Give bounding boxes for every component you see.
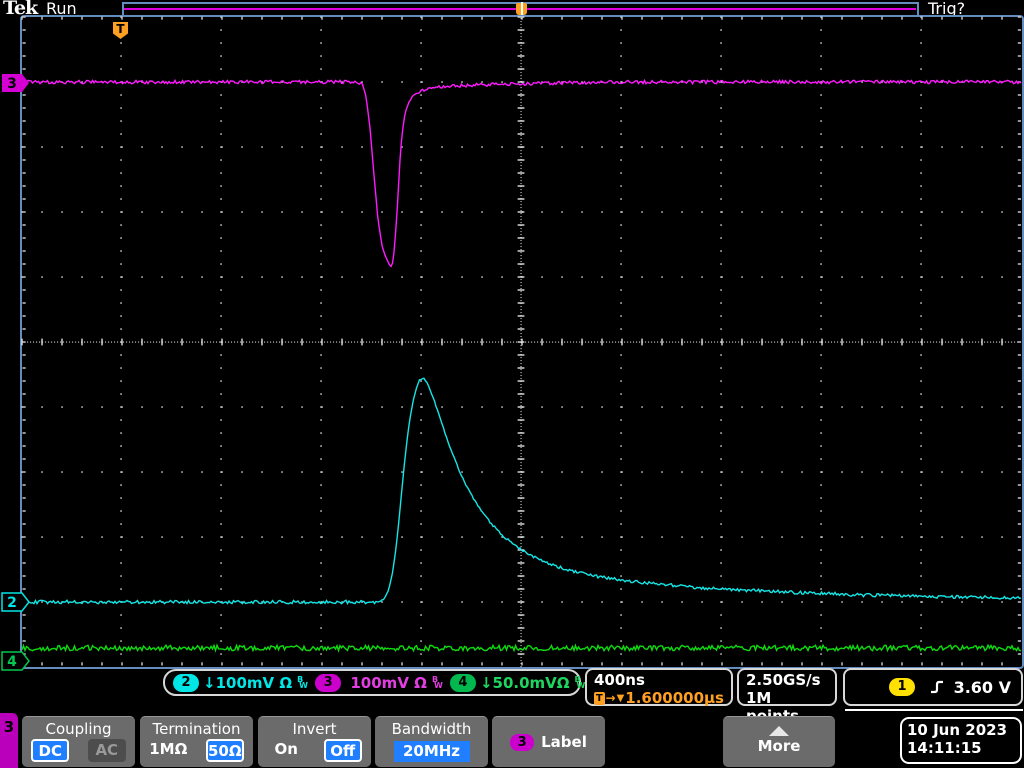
svg-text:3: 3 (7, 76, 17, 92)
sample-rate: 2.50GS/s (746, 671, 828, 689)
trigger-source-badge: 1 (889, 678, 915, 696)
menu-title: Invert (258, 717, 371, 738)
termination-symbol: Ω (279, 674, 292, 692)
bandwidth-limit-icon: BW (297, 677, 307, 689)
time-text: 14:11:15 (907, 739, 1020, 757)
channel-2-scale: ↓100mV Ω (203, 674, 292, 692)
channel-4-badge[interactable]: 4 (450, 674, 476, 692)
delay-arrow-icon: → (606, 691, 616, 705)
acquisition-readout: 2.50GS/s 1M points (737, 668, 837, 706)
label-channel-badge: 3 (510, 734, 534, 751)
oscilloscope-screen: Tek Run Trig? T 3 2 4 2 ↓100mV Ω BW 3 10… (0, 0, 1024, 768)
menu-more-button[interactable]: More (723, 716, 835, 767)
menu-invert-button[interactable]: Invert On Off (258, 716, 371, 767)
channel-4-scale: ↓50.0mVΩ (480, 674, 570, 692)
trigger-readout: 1 3.60 V (843, 668, 1023, 706)
channel-3-badge[interactable]: 3 (315, 674, 341, 692)
termination-symbol: Ω (557, 674, 570, 692)
channel-3-marker[interactable]: 3 (1, 73, 31, 93)
timebase-value: 400ns (594, 671, 724, 689)
termination-symbol: Ω (414, 674, 427, 692)
date-text: 10 Jun 2023 (907, 721, 1020, 739)
option-on[interactable]: On (267, 739, 305, 762)
menu-termination-button[interactable]: Termination 1MΩ 50Ω (140, 716, 253, 767)
bandwidth-value: 20MHz (394, 741, 470, 762)
svg-text:4: 4 (7, 654, 17, 670)
graticule (20, 15, 1024, 669)
channel-readouts: 2 ↓100mV Ω BW 3 100mV Ω BW 4 ↓50.0mVΩ BW (163, 669, 581, 696)
menu-separator-line (845, 709, 1023, 711)
bandwidth-limit-icon: BW (432, 677, 442, 689)
menu-title: Bandwidth (375, 717, 488, 738)
horizontal-readout: 400ns T→▼1.600000µs (585, 668, 733, 706)
rising-edge-icon (929, 679, 945, 695)
trigger-position-marker-icon[interactable] (516, 3, 527, 15)
more-label: More (723, 737, 835, 755)
delay-marker-icon: ▼ (617, 693, 625, 704)
channel-4-marker[interactable]: 4 (1, 651, 31, 671)
option-dc[interactable]: DC (31, 739, 69, 762)
option-1mohm[interactable]: 1MΩ (149, 739, 187, 762)
more-up-icon (769, 726, 789, 736)
channel-3-scale: 100mV Ω (345, 674, 427, 692)
svg-text:2: 2 (7, 595, 17, 611)
label-text: Label (541, 733, 587, 751)
menu-title: Coupling (22, 717, 135, 738)
channel-2-badge[interactable]: 2 (173, 674, 199, 692)
acquisition-bar (122, 2, 919, 16)
trigger-level: 3.60 V (954, 678, 1011, 697)
menu-coupling-button[interactable]: Coupling DC AC (22, 716, 135, 767)
datetime-box: 10 Jun 2023 14:11:15 (900, 717, 1022, 764)
bandwidth-limit-icon: BW (575, 677, 585, 689)
trigger-t-badge: T (594, 692, 605, 705)
menu-label-button[interactable]: 3 Label (492, 716, 605, 767)
channel-menu-tab[interactable]: 3 (0, 713, 18, 768)
option-50ohm[interactable]: 50Ω (206, 739, 244, 762)
option-ac[interactable]: AC (88, 739, 126, 762)
channel-2-marker[interactable]: 2 (1, 592, 31, 612)
menu-bandwidth-button[interactable]: Bandwidth 20MHz (375, 716, 488, 767)
option-off[interactable]: Off (324, 739, 362, 762)
delay-value: 1.600000µs (625, 689, 724, 707)
menu-title: Termination (140, 717, 253, 738)
